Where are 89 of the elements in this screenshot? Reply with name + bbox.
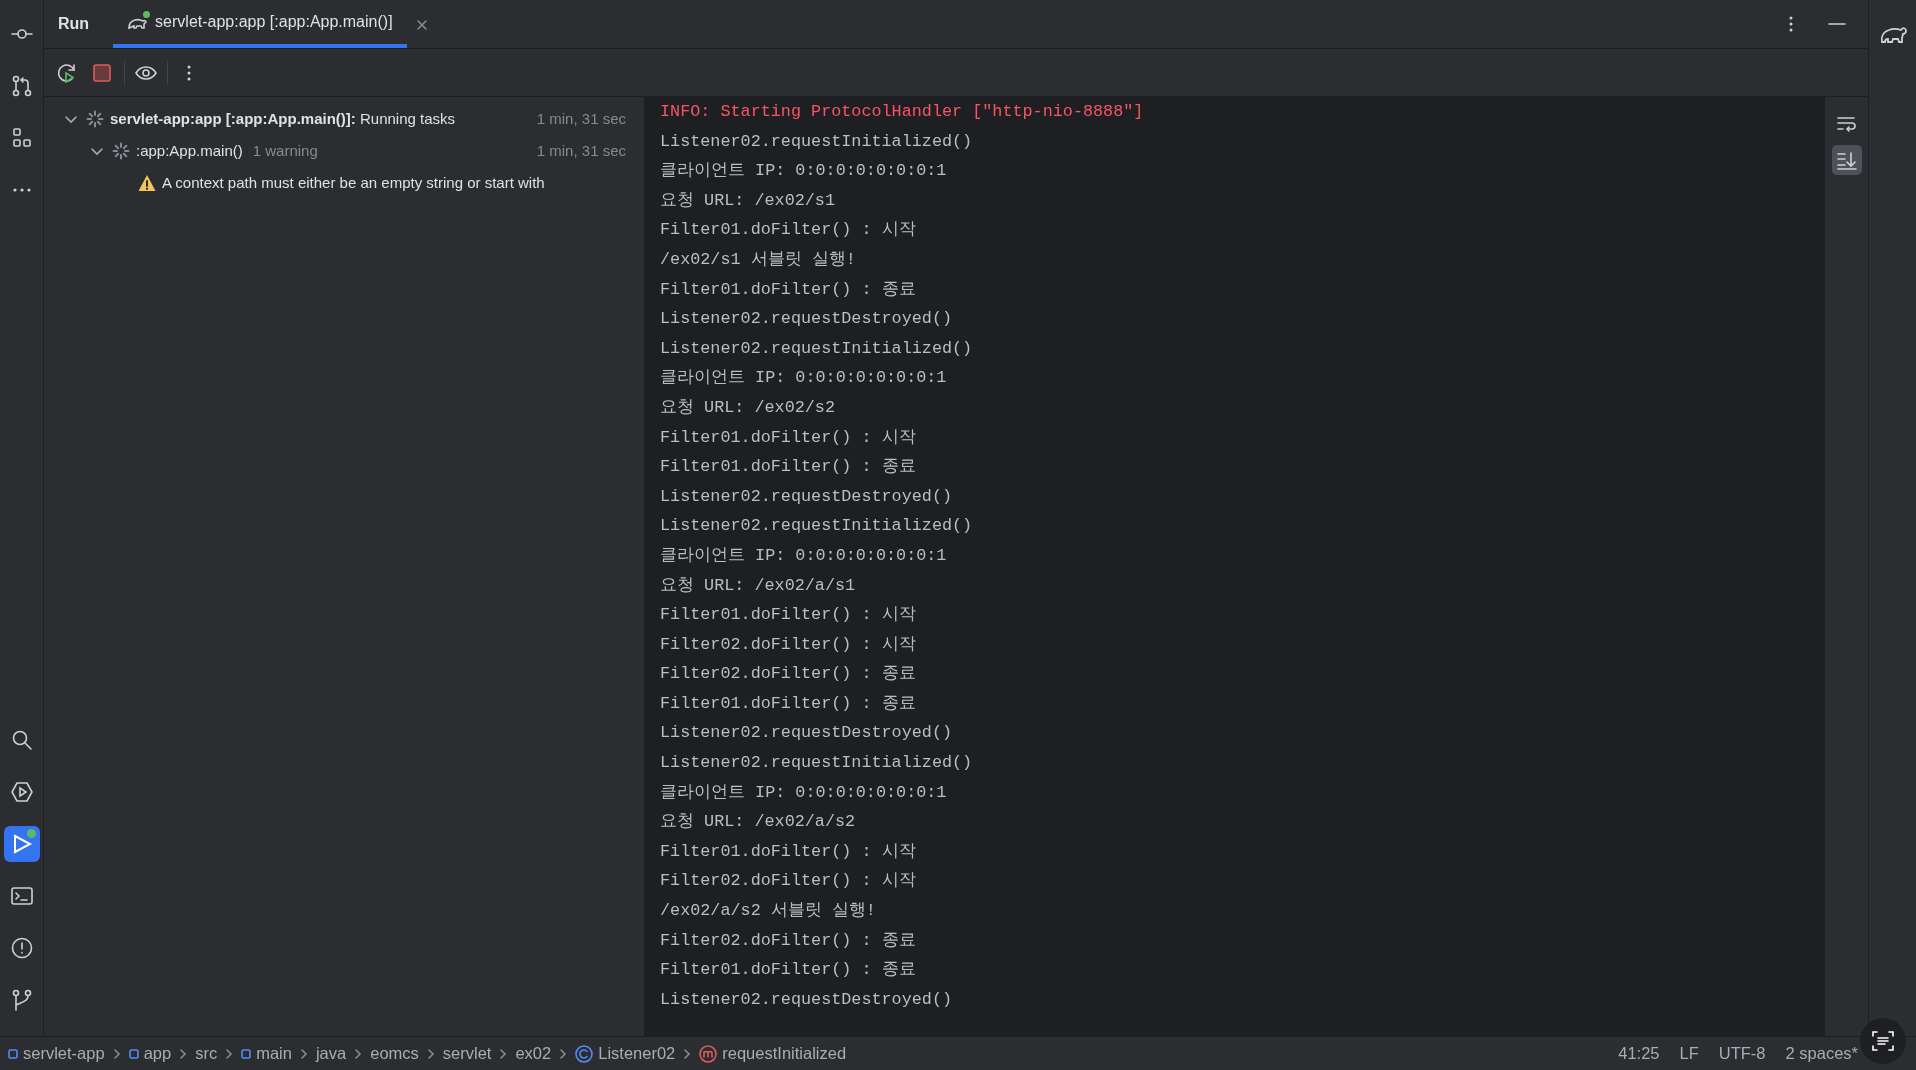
- run-button[interactable]: [3, 826, 40, 862]
- chevron-right-icon: [499, 1047, 508, 1060]
- module-icon: [241, 1048, 252, 1059]
- problems-icon: [10, 937, 33, 959]
- output-line: Filter01.doFilter() : 시작: [660, 604, 916, 627]
- chevron-right-icon: [683, 1047, 692, 1060]
- output-line: 요청 URL: /ex02/s2: [660, 396, 835, 419]
- output-line: Listener02.requestDestroyed(): [660, 485, 953, 508]
- output-line: Listener02.requestDestroyed(): [660, 722, 953, 745]
- output-line: 클라이언트 IP: 0:0:0:0:0:0:0:1: [660, 781, 947, 804]
- caret-position[interactable]: 41:25: [1618, 1041, 1660, 1066]
- output-line: Filter01.doFilter() : 시작: [660, 426, 916, 449]
- terminal-icon: [10, 885, 33, 907]
- output-line: Filter01.doFilter() : 종료: [660, 959, 916, 982]
- search-icon: [10, 729, 33, 751]
- output-line: 클라이언트 IP: 0:0:0:0:0:0:0:1: [660, 544, 947, 567]
- breadcrumb-item[interactable]: main: [241, 1041, 292, 1066]
- breadcrumb-item[interactable]: servlet-app: [8, 1041, 105, 1066]
- output-line: Filter02.doFilter() : 시작: [660, 633, 916, 656]
- chevron-right-icon: [299, 1047, 308, 1060]
- output-line: Filter02.doFilter() : 종료: [660, 929, 916, 952]
- breadcrumb-item[interactable]: src: [195, 1041, 218, 1066]
- run-tab[interactable]: servlet-app:app [:app:App.main()]: [113, 0, 407, 48]
- tree-row[interactable]: servlet-app:app [:app:App.main()]: Running tasks 1 min, 31 sec: [44, 103, 644, 135]
- tree-label: servlet-app:app [:app:App.main()]: Running tasks: [110, 108, 457, 129]
- breadcrumb-item[interactable]: java: [315, 1041, 347, 1066]
- minimize-icon: [1828, 22, 1846, 26]
- breadcrumb-item[interactable]: app: [128, 1041, 172, 1066]
- file-encoding[interactable]: UTF-8: [1718, 1041, 1766, 1066]
- services-icon: [10, 781, 33, 803]
- output-line: Filter01.doFilter() : 종료: [660, 456, 916, 479]
- scroll-to-end-button[interactable]: [1831, 145, 1862, 175]
- module-icon: [128, 1048, 139, 1059]
- more-icon: [12, 188, 31, 192]
- rerun-icon: [56, 62, 78, 83]
- output-line: Listener02.requestInitialized(): [660, 130, 973, 153]
- breadcrumb-item[interactable]: ex02: [515, 1041, 552, 1066]
- error-output-line: INFO: Starting ProtocolHandler ["http-nio-8888"]: [660, 101, 1144, 123]
- tree-row[interactable]: :app:App.main() 1 warning 1 min, 31 sec: [44, 135, 644, 167]
- branch-icon: [10, 989, 33, 1011]
- output-line: Listener02.requestDestroyed(): [660, 308, 953, 331]
- tree-row[interactable]: A context path must either be an empty string or start with: [44, 167, 644, 199]
- output-line: Listener02.requestInitialized(): [660, 752, 973, 775]
- method-icon: [699, 1044, 718, 1063]
- breadcrumb-item[interactable]: requestInitialized: [699, 1041, 847, 1066]
- output-line: Filter01.doFilter() : 시작: [660, 840, 916, 863]
- indent-setting[interactable]: 2 spaces*: [1785, 1041, 1858, 1066]
- chevron-right-icon: [354, 1047, 363, 1060]
- output-line: Filter01.doFilter() : 시작: [660, 219, 916, 242]
- tree-label: A context path must either be an empty string or start with: [162, 172, 546, 193]
- output-line: 요청 URL: /ex02/a/s2: [660, 811, 856, 834]
- tree-label: :app:App.main(): [136, 141, 243, 159]
- stop-icon: [92, 62, 114, 83]
- output-line: Filter01.doFilter() : 종료: [660, 278, 916, 301]
- more-icon: [1788, 14, 1794, 34]
- elapsed-time: 1 min, 31 sec: [536, 108, 627, 129]
- recognize-button[interactable]: [1860, 1018, 1906, 1064]
- output-line: 요청 URL: /ex02/a/s1: [660, 574, 856, 597]
- class-icon: [575, 1044, 594, 1063]
- warning-count: 1 warning: [252, 141, 318, 159]
- output-line: Filter02.doFilter() : 종료: [660, 663, 916, 686]
- chevron-right-icon: [112, 1047, 121, 1060]
- output-line: 클라이언트 IP: 0:0:0:0:0:0:0:1: [660, 367, 947, 390]
- chevron-right-icon: [426, 1047, 435, 1060]
- module-icon: [8, 1048, 18, 1059]
- elapsed-time: 1 min, 31 sec: [536, 140, 627, 161]
- tool-window-title: Run: [58, 14, 90, 34]
- output-line: Listener02.requestInitialized(): [660, 515, 973, 538]
- output-line: Filter02.doFilter() : 시작: [660, 870, 916, 893]
- output-line: 클라이언트 IP: 0:0:0:0:0:0:0:1: [660, 160, 947, 183]
- breadcrumb-item[interactable]: Listener02: [575, 1041, 676, 1066]
- chevron-right-icon: [225, 1047, 234, 1060]
- output-line: 요청 URL: /ex02/s1: [660, 189, 835, 212]
- output-line: /ex02/s1 서블릿 실행!: [660, 248, 856, 271]
- close-icon: [415, 19, 428, 31]
- output-line: Listener02.requestDestroyed(): [660, 988, 953, 1011]
- breadcrumb-item[interactable]: eomcs: [370, 1041, 419, 1066]
- more-icon: [187, 64, 191, 81]
- scan-text-icon: [1871, 1029, 1895, 1053]
- line-separator[interactable]: LF: [1679, 1041, 1699, 1066]
- output-line: /ex02/a/s2 서블릿 실행!: [660, 900, 876, 923]
- structure-icon: [10, 127, 33, 149]
- branches-icon: [10, 75, 33, 97]
- breadcrumb-item[interactable]: servlet: [442, 1041, 492, 1066]
- scroll-down-icon: [1835, 149, 1858, 171]
- output-line: Filter01.doFilter() : 종료: [660, 692, 916, 715]
- chevron-right-icon: [559, 1047, 568, 1060]
- chevron-right-icon: [179, 1047, 188, 1060]
- output-line: Listener02.requestInitialized(): [660, 337, 973, 360]
